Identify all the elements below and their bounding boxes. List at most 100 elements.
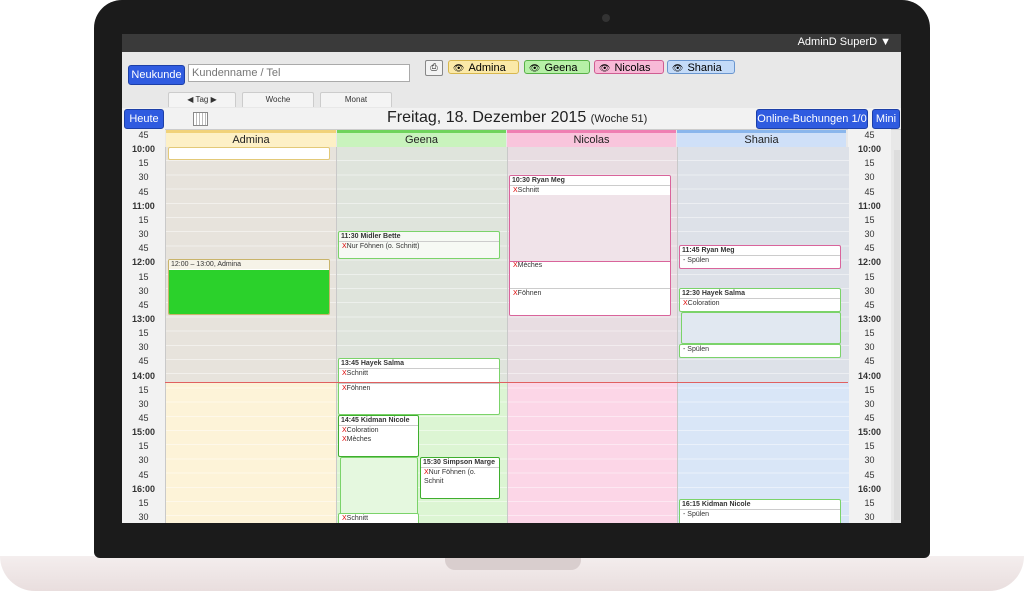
appointment-card[interactable]: 10:30 Ryan Meg XSchnitt XMèches XFöhnen xyxy=(509,175,671,316)
calendar-column-geena[interactable]: 11:30 Midler Bette XNur Föhnen (o. Schni… xyxy=(336,147,508,523)
time-label: 12:00 xyxy=(857,257,882,268)
new-customer-button[interactable]: Neukunde xyxy=(128,65,185,85)
online-bookings-button[interactable]: Online-Buchungen 1/0 xyxy=(756,109,868,129)
time-label: 15 xyxy=(138,271,149,282)
time-column-left: 45 10:00 15 30 45 11:00 15 30 45 12:00 15 30 45 13:00… xyxy=(122,129,165,523)
time-label: 30 xyxy=(864,285,875,296)
scrollbar[interactable] xyxy=(894,150,900,520)
customer-search-input[interactable] xyxy=(188,64,410,82)
eye-icon: 👁 xyxy=(672,63,684,73)
time-label: 10:00 xyxy=(857,144,882,155)
time-label: 45 xyxy=(864,186,875,197)
time-label: 15 xyxy=(138,497,149,508)
appointment-card[interactable]: 14:45 Kidman Nicole XColoration XMèches xyxy=(338,415,419,457)
time-label: 45 xyxy=(138,186,149,197)
staff-toggle-geena[interactable]: 👁 Geena xyxy=(524,60,590,74)
appointment-block[interactable] xyxy=(168,147,330,160)
column-header-geena: Geena xyxy=(337,130,506,147)
tab-month[interactable]: Monat xyxy=(320,92,392,107)
appointment-card[interactable] xyxy=(340,457,418,515)
time-label: 15 xyxy=(864,441,875,452)
time-label: 45 xyxy=(864,130,875,140)
appointment-card[interactable]: XSchnitt xyxy=(338,513,419,523)
time-label: 15 xyxy=(864,328,875,339)
appointment-card[interactable] xyxy=(681,312,841,344)
page-title: Freitag, 18. Dezember 2015 (Woche 51) xyxy=(387,109,648,126)
top-bar: AdminD SuperD ▼ xyxy=(122,34,901,52)
time-label: 11:00 xyxy=(132,200,155,211)
staff-toggle-admina[interactable]: 👁 Admina xyxy=(448,60,519,74)
appointment-card[interactable]: 15:30 Simpson Marge XNur Föhnen (o. Schn… xyxy=(420,457,500,499)
time-label: 15 xyxy=(138,158,149,169)
time-label: 15:00 xyxy=(131,427,156,438)
appointment-card[interactable]: 16:15 Kidman Nicole - Spülen xyxy=(679,499,841,523)
camera-dot xyxy=(602,14,610,22)
time-label: 45 xyxy=(138,356,149,367)
staff-toggle-nicolas[interactable]: 👁 Nicolas xyxy=(594,60,664,74)
time-label: 45 xyxy=(864,356,875,367)
time-label: 13:00 xyxy=(857,313,882,324)
eye-icon: 👁 xyxy=(599,63,611,73)
eye-icon: 👁 xyxy=(529,63,541,73)
appointment-card[interactable]: 13:45 Hayek Salma XSchnitt XFöhnen xyxy=(338,358,500,415)
column-header-shania: Shania xyxy=(677,130,846,147)
time-label: 15 xyxy=(138,441,149,452)
calendar-column-admina[interactable]: 12:00 – 13:00, Admina xyxy=(165,147,337,523)
laptop-notch xyxy=(445,556,581,570)
appointment-admina-block[interactable]: 12:00 – 13:00, Admina xyxy=(168,259,330,315)
time-label: 30 xyxy=(864,455,875,466)
time-label: 12:00 xyxy=(131,257,156,268)
printer-icon[interactable]: ⎙ xyxy=(425,60,443,76)
tab-week[interactable]: Woche xyxy=(242,92,314,107)
tab-day[interactable]: ◀ Tag ▶ xyxy=(168,92,236,107)
calendar-column-nicolas[interactable]: 10:30 Ryan Meg XSchnitt XMèches XFöhnen xyxy=(507,147,678,523)
time-label: 14:00 xyxy=(131,370,156,381)
staff-toggle-shania[interactable]: 👁 Shania xyxy=(667,60,735,74)
current-time-line xyxy=(165,382,848,383)
time-label: 30 xyxy=(864,172,875,183)
column-header-nicolas: Nicolas xyxy=(507,130,676,147)
time-label: 10:00 xyxy=(131,144,156,155)
user-menu[interactable]: AdminD SuperD ▼ xyxy=(798,36,891,48)
time-label: 15 xyxy=(864,214,875,225)
appointment-card[interactable]: 11:45 Ryan Meg - Spülen xyxy=(679,245,841,269)
column-header-admina: Admina xyxy=(166,130,336,147)
time-label: 15 xyxy=(864,271,875,282)
time-label: 30 xyxy=(138,398,149,409)
time-label: 15 xyxy=(138,214,149,225)
mini-button[interactable]: Mini xyxy=(872,109,900,129)
eye-icon: 👁 xyxy=(453,63,465,73)
time-label: 16:00 xyxy=(131,483,156,494)
time-label: 14:00 xyxy=(857,370,882,381)
time-label: 15 xyxy=(864,158,875,169)
time-column-right: 45 10:00 15 30 45 11:00 15 30 45 12:00 15 30 45 13:00… xyxy=(848,129,891,523)
time-label: 45 xyxy=(138,243,149,254)
time-label: 45 xyxy=(138,130,149,140)
time-label: 45 xyxy=(864,469,875,480)
blocked-time-fill xyxy=(169,270,329,314)
calendar-column-shania[interactable]: 11:45 Ryan Meg - Spülen 12:30 Hayek Salm… xyxy=(677,147,849,523)
prev-day-arrow[interactable]: ◀ xyxy=(187,95,193,104)
appointment-card[interactable]: - Spülen xyxy=(679,344,841,358)
time-label: 30 xyxy=(138,229,149,240)
time-label: 16:00 xyxy=(857,483,882,494)
next-day-arrow[interactable]: ▶ xyxy=(211,95,217,104)
appointment-card[interactable]: 11:30 Midler Bette XNur Föhnen (o. Schni… xyxy=(338,231,500,259)
app-screen: AdminD SuperD ▼ Neukunde ⎙ 👁Admina 👁Geen… xyxy=(122,34,901,523)
time-label: 13:00 xyxy=(131,313,156,324)
time-label: 30 xyxy=(138,342,149,353)
time-label: 45 xyxy=(138,299,149,310)
time-label: 30 xyxy=(138,512,149,523)
time-label: 45 xyxy=(864,299,875,310)
time-label: 15 xyxy=(138,328,149,339)
time-label: 15:00 xyxy=(857,427,882,438)
time-label: 15 xyxy=(864,497,875,508)
today-button[interactable]: Heute xyxy=(124,109,164,129)
time-label: 30 xyxy=(864,229,875,240)
calendar-icon[interactable] xyxy=(193,112,208,126)
time-label: 15 xyxy=(138,384,149,395)
appointment-card[interactable]: 12:30 Hayek Salma XColoration xyxy=(679,288,841,312)
time-label: 30 xyxy=(864,512,875,523)
date-bar: Heute Freitag, 18. Dezember 2015 (Woche … xyxy=(122,108,901,130)
time-label: 45 xyxy=(864,243,875,254)
